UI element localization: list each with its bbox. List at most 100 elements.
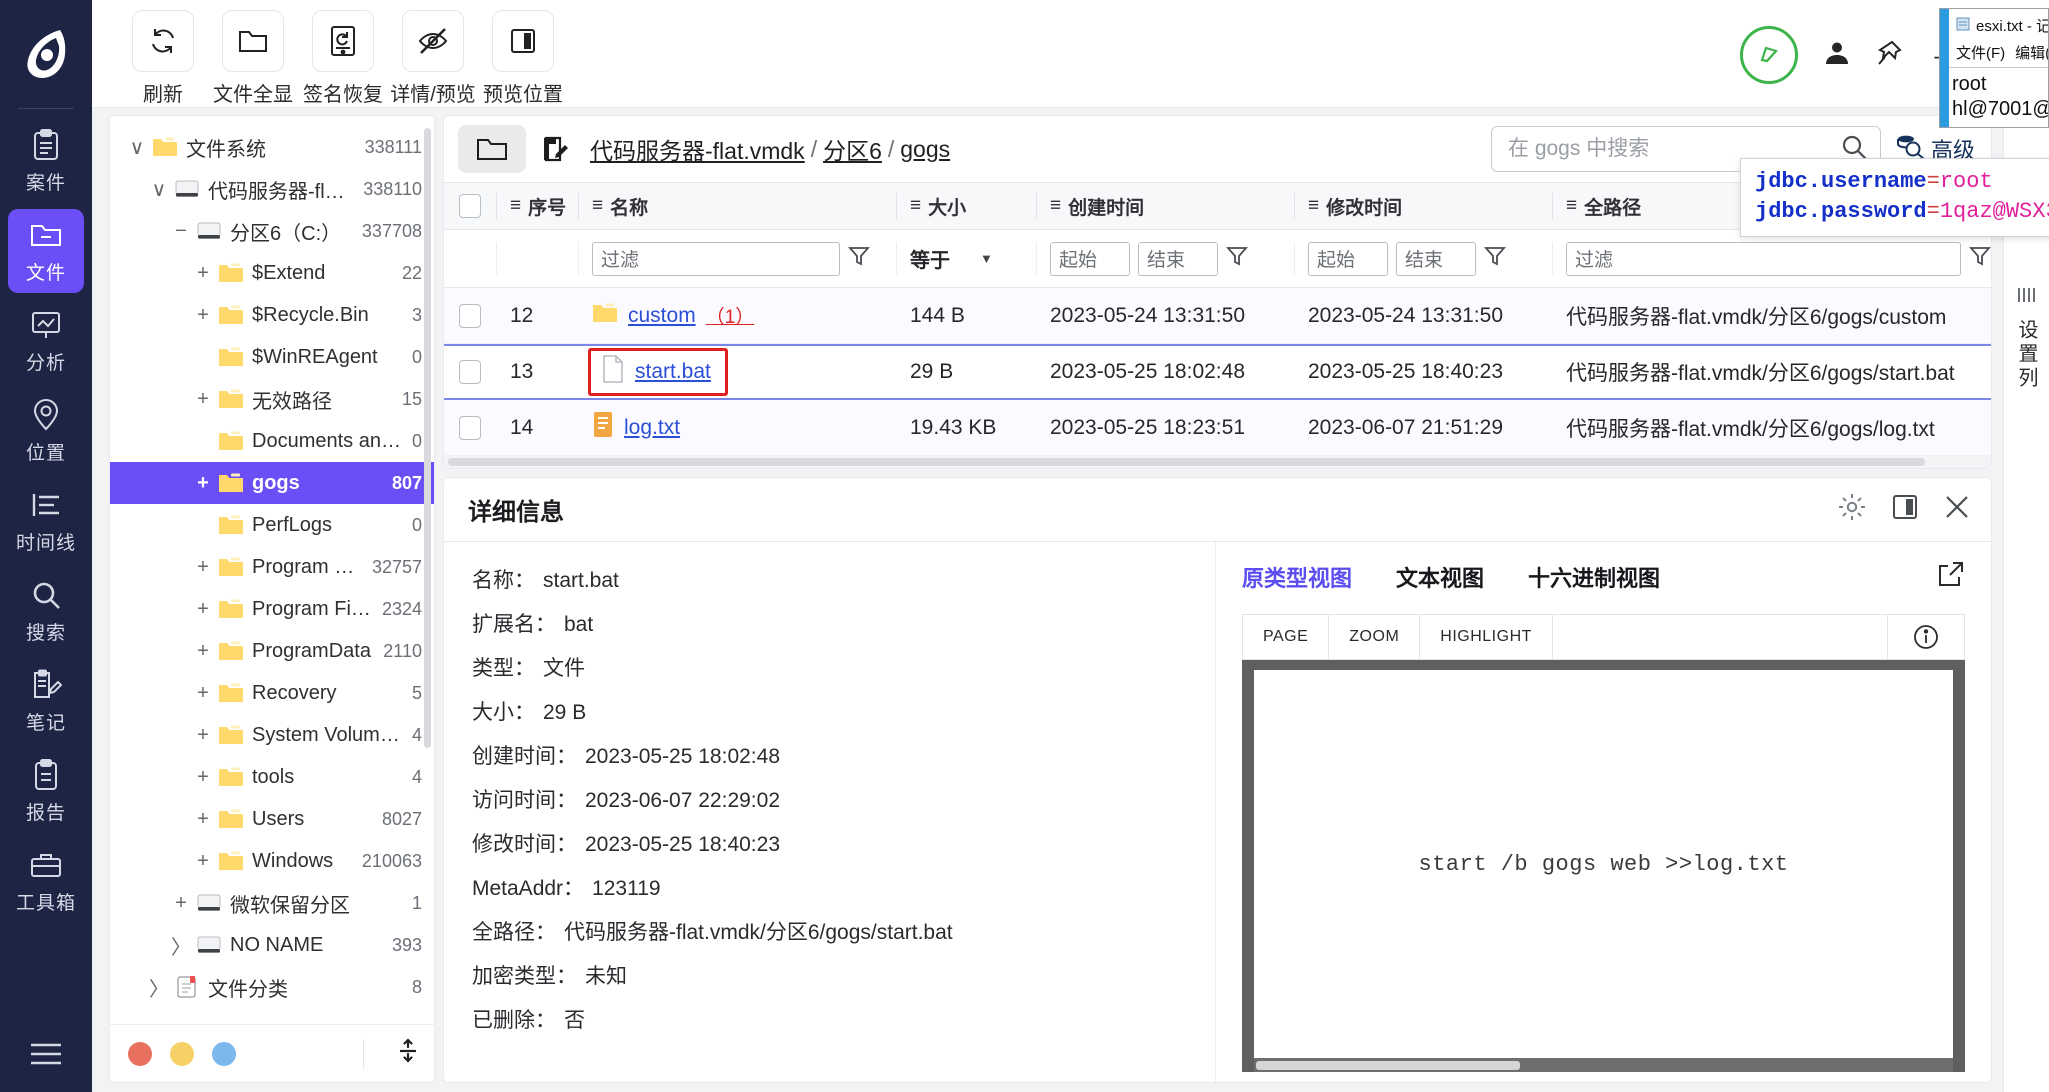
row-select-cell[interactable] [444, 400, 496, 455]
sidebar-item-files[interactable]: 文件 [8, 209, 84, 293]
file-name-wrapper[interactable]: log.txt [592, 411, 680, 444]
tree-twisty[interactable]: + [190, 766, 216, 789]
filter-funnel-icon[interactable] [848, 245, 870, 273]
viewer-zoom-button[interactable]: ZOOM [1329, 615, 1421, 659]
sidebar-item-timeline[interactable]: 时间线 [8, 479, 84, 563]
tree-node[interactable]: + Users 8027 [110, 798, 434, 840]
sidebar-item-search[interactable]: 搜索 [8, 569, 84, 653]
tree-node[interactable]: + gogs 807 [110, 462, 434, 504]
preview-position-button[interactable]: 预览位置 [480, 10, 566, 107]
tree-node[interactable]: ∨ 文件系统 338111 [110, 126, 434, 168]
tree-twisty[interactable]: + [190, 556, 216, 579]
bell-icon[interactable] [1740, 26, 1799, 84]
row-checkbox[interactable] [459, 360, 481, 384]
column-header-no[interactable]: ≡ 序号 [496, 183, 578, 229]
viewer-page-button[interactable]: PAGE [1243, 615, 1330, 659]
filter-funnel-icon[interactable] [1969, 245, 1991, 273]
filter-funnel-icon[interactable] [1484, 245, 1506, 273]
column-menu-icon[interactable]: ≡ [1050, 195, 1061, 217]
tree-node[interactable]: + System Volume In… 4 [110, 714, 434, 756]
file-name-wrapper[interactable]: start.bat [588, 348, 728, 396]
tree-node[interactable]: ∨ 代码服务器-flat.... 338110 [110, 168, 434, 210]
notepad-window[interactable]: esxi.txt - 记 文件(F) 编辑(E root hl@7001@ [1939, 8, 2049, 128]
document-horizontal-scrollbar[interactable] [1254, 1058, 1953, 1072]
breadcrumb-item[interactable]: gogs [900, 136, 950, 163]
edit-path-icon[interactable] [540, 134, 570, 164]
tree-node[interactable]: + tools 4 [110, 756, 434, 798]
viewer-highlight-button[interactable]: HIGHLIGHT [1420, 615, 1553, 659]
tree-twisty[interactable]: + [190, 388, 216, 411]
open-external-icon[interactable] [1937, 560, 1965, 594]
row-name-cell[interactable]: start.bat [578, 346, 896, 398]
size-operator-select[interactable]: 等于 ▼ [910, 244, 993, 273]
show-all-files-button[interactable]: 文件全显 [210, 10, 296, 107]
sidebar-item-analysis[interactable]: 分析 [8, 299, 84, 383]
column-menu-icon[interactable]: ≡ [910, 195, 921, 217]
tree-twisty[interactable]: + [190, 724, 216, 747]
row-select-cell[interactable] [444, 346, 496, 398]
tree-node[interactable]: + Recovery 5 [110, 672, 434, 714]
row-select-cell[interactable] [444, 288, 496, 343]
file-list-horizontal-scrollbar[interactable] [444, 456, 1991, 468]
expand-collapse-icon[interactable] [396, 1037, 420, 1070]
breadcrumb[interactable]: 代码服务器-flat.vmdk / 分区6/gogs [590, 132, 950, 166]
hamburger-menu-icon[interactable] [0, 1040, 92, 1068]
sidebar-item-location[interactable]: 位置 [8, 389, 84, 473]
notepad-menu-file[interactable]: 文件(F) [1956, 42, 2005, 63]
tree-node[interactable]: PerfLogs 0 [110, 504, 434, 546]
folder-tree-list[interactable]: ∨ 文件系统 338111 ∨ 代码服务器-flat.... 338110 − 分区6（C:）… [110, 116, 434, 1024]
tree-twisty[interactable]: + [190, 598, 216, 621]
row-name-cell[interactable]: custom （1） [578, 288, 896, 343]
tree-twisty[interactable]: + [190, 808, 216, 831]
tree-node[interactable]: + 无效路径 15 [110, 378, 434, 420]
folder-icon[interactable] [458, 125, 526, 173]
row-name-cell[interactable]: log.txt [578, 400, 896, 455]
table-row[interactable]: 13 start.bat 29 B 2023-05-25 18:02:48 2023-0… [444, 344, 1991, 400]
column-menu-icon[interactable]: ≡ [1566, 195, 1577, 217]
file-name-link[interactable]: custom [628, 304, 696, 328]
pin-icon[interactable] [1876, 40, 1903, 71]
tree-node[interactable]: + Program Files … 2324 [110, 588, 434, 630]
breadcrumb-item[interactable]: 代码服务器-flat.vmdk [590, 132, 805, 166]
red-tag-dot[interactable] [128, 1041, 152, 1066]
column-menu-icon[interactable]: ≡ [1308, 195, 1319, 217]
blue-tag-dot[interactable] [212, 1041, 236, 1066]
tree-twisty[interactable]: + [168, 892, 194, 915]
tree-node[interactable]: − 分区6（C:） 337708 [110, 210, 434, 252]
tree-twisty[interactable]: + [190, 640, 216, 663]
tree-node[interactable]: 〉 NO NAME 393 [110, 924, 434, 966]
row-checkbox[interactable] [459, 303, 481, 328]
tree-twisty[interactable]: + [190, 850, 216, 873]
tree-node[interactable]: Documents and S… 0 [110, 420, 434, 462]
mtime-end-input[interactable]: 结束 [1396, 241, 1476, 276]
tree-node[interactable]: + ProgramData 2110 [110, 630, 434, 672]
column-menu-icon[interactable]: ≡ [510, 195, 521, 217]
refresh-button[interactable]: 刷新 [120, 10, 206, 107]
row-checkbox[interactable] [459, 415, 481, 440]
mtime-start-input[interactable]: 起始 [1308, 241, 1388, 276]
tree-node[interactable]: + Program Files 32757 [110, 546, 434, 588]
column-menu-icon[interactable]: ≡ [592, 195, 603, 217]
filter-funnel-icon[interactable] [1226, 245, 1248, 273]
tree-twisty[interactable]: 〉 [146, 973, 172, 1002]
tree-scrollbar[interactable] [424, 128, 431, 748]
table-row[interactable]: 14 log.txt 19.43 KB 2023-05-25 18:23:51 2023… [444, 400, 1991, 456]
preview-tab[interactable]: 十六进制视图 [1528, 561, 1660, 593]
table-row[interactable]: 12 custom （1） 144 B 2023-05-24 13:31:50 2023-… [444, 288, 1991, 344]
tree-node[interactable]: + $Extend 22 [110, 252, 434, 294]
tree-twisty[interactable]: + [190, 682, 216, 705]
column-header-name[interactable]: ≡ 名称 [578, 183, 896, 229]
tree-twisty[interactable]: + [190, 304, 216, 327]
signature-recover-button[interactable]: 签名恢复 [300, 10, 386, 107]
file-name-link[interactable]: log.txt [624, 416, 680, 440]
yellow-tag-dot[interactable] [170, 1041, 194, 1066]
tree-twisty[interactable]: ∨ [124, 135, 150, 160]
notepad-menubar[interactable]: 文件(F) 编辑(E [1940, 40, 2048, 67]
column-settings-strip[interactable]: 设置列 [2003, 108, 2049, 1092]
path-filter-input[interactable]: 过滤 [1566, 241, 1961, 276]
tree-twisty[interactable]: − [168, 220, 194, 243]
ctime-end-input[interactable]: 结束 [1138, 241, 1218, 276]
file-name-link[interactable]: start.bat [635, 360, 711, 384]
select-all-header[interactable] [444, 183, 496, 229]
tree-node[interactable]: + 微软保留分区 1 [110, 882, 434, 924]
